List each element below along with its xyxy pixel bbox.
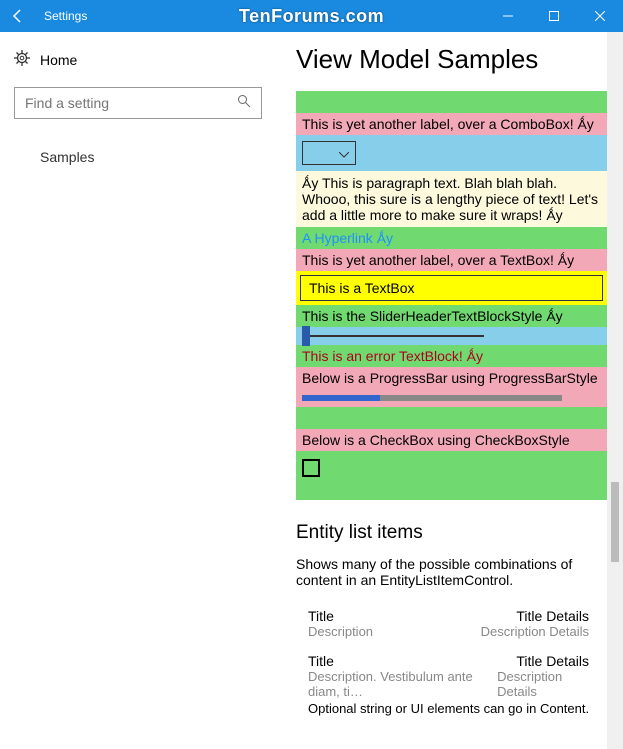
search-box[interactable] [14, 87, 262, 119]
search-icon [237, 94, 251, 113]
back-button[interactable] [0, 0, 36, 32]
close-button[interactable] [577, 0, 623, 32]
chevron-down-icon [339, 145, 349, 161]
entity-title: Title [308, 608, 334, 624]
combobox[interactable] [302, 141, 356, 165]
progress-wrap [296, 389, 607, 407]
entity-list-item[interactable]: Title Title Details Description. Vestibu… [308, 653, 589, 716]
spacer [296, 91, 607, 113]
textbox[interactable]: This is a TextBox [300, 275, 603, 301]
maximize-button[interactable] [531, 0, 577, 32]
error-text: This is an error TextBlock! Ǻy [296, 345, 607, 367]
progressbar [302, 395, 562, 401]
progress-label: Below is a ProgressBar using ProgressBar… [296, 367, 607, 389]
search-input[interactable] [25, 95, 237, 111]
watermark: TenForums.com [239, 6, 384, 27]
progress-fill [302, 395, 380, 401]
scrollbar[interactable] [607, 32, 623, 749]
gear-icon [14, 50, 30, 69]
textbox-wrap: This is a TextBox [296, 271, 607, 305]
checkbox[interactable] [302, 459, 320, 477]
slider-wrap [296, 327, 607, 345]
sidebar-item-samples[interactable]: Samples [32, 145, 264, 169]
entity-title-details: Title Details [516, 653, 589, 669]
entity-desc-details: Description Details [497, 669, 589, 699]
content: View Model Samples This is yet another l… [278, 32, 607, 749]
entity-content: Optional string or UI elements can go in… [308, 701, 589, 716]
slider[interactable] [302, 335, 484, 337]
checkbox-wrap [296, 451, 607, 500]
slider-label: This is the SliderHeaderTextBlockStyle Ǻ… [296, 305, 607, 327]
scrollbar-thumb[interactable] [611, 482, 619, 562]
combo-label: This is yet another label, over a ComboB… [296, 113, 607, 135]
sidebar: Home Samples [0, 32, 278, 749]
hyperlink[interactable]: A Hyperlink Ǻy [296, 227, 607, 249]
entity-desc: Description [308, 624, 373, 639]
page-title: View Model Samples [296, 44, 607, 75]
title-bar: Settings TenForums.com [0, 0, 623, 32]
entity-heading: Entity list items [296, 522, 607, 544]
entity-title-details: Title Details [516, 608, 589, 624]
entity-desc: Description. Vestibulum ante diam, ti… [308, 669, 497, 699]
app-title: Settings [44, 9, 87, 23]
home-label: Home [40, 52, 77, 68]
home-nav[interactable]: Home [14, 50, 264, 69]
checkbox-label: Below is a CheckBox using CheckBoxStyle [296, 429, 607, 451]
minimize-button[interactable] [485, 0, 531, 32]
entity-desc-details: Description Details [481, 624, 589, 639]
sample-area: This is yet another label, over a ComboB… [296, 91, 607, 500]
entity-list-item[interactable]: Title Title Details Description Descript… [308, 608, 589, 639]
slider-thumb[interactable] [302, 326, 310, 346]
entity-title: Title [308, 653, 334, 669]
combo-row [296, 135, 607, 171]
textbox-label: This is yet another label, over a TextBo… [296, 249, 607, 271]
window-controls [485, 0, 623, 32]
spacer [296, 407, 607, 429]
entity-description: Shows many of the possible combinations … [296, 556, 589, 588]
paragraph-text: Ǻy This is paragraph text. Blah blah bla… [296, 171, 607, 227]
